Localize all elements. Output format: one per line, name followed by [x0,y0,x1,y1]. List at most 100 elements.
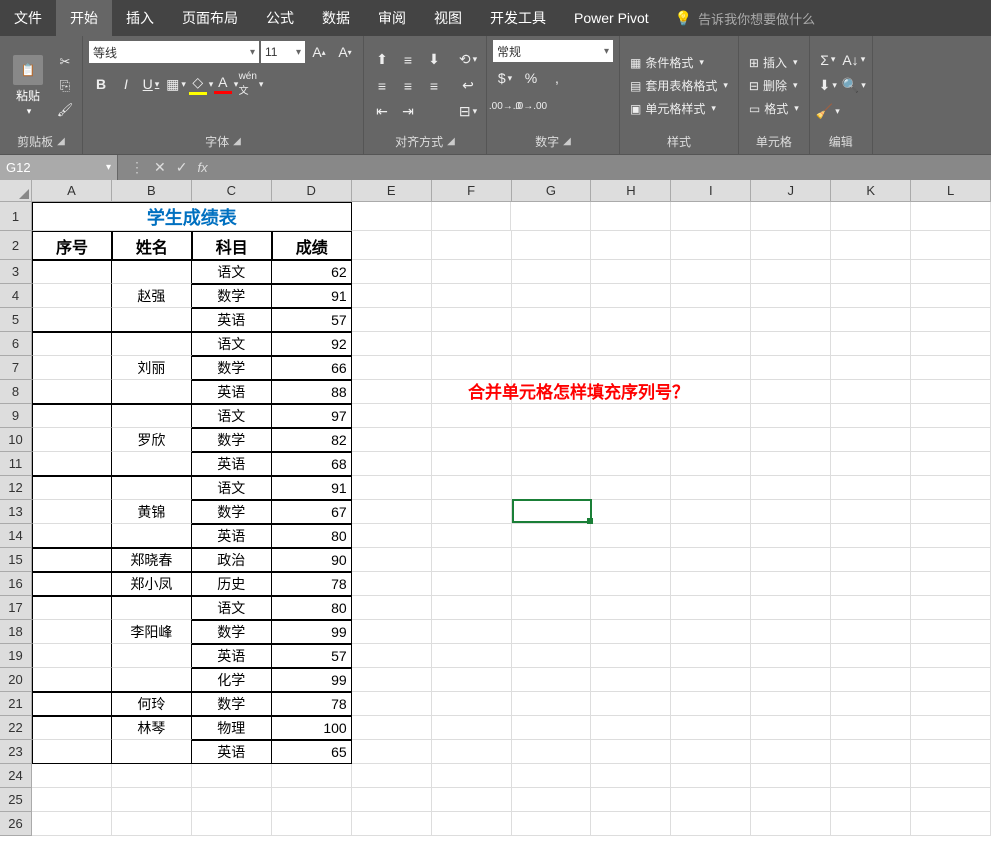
decrease-font-button[interactable]: A▾ [333,40,357,64]
row-header-6[interactable]: 6 [0,332,32,356]
cell[interactable] [352,308,432,332]
cell[interactable] [671,740,751,764]
cell[interactable] [751,404,831,428]
comma-button[interactable]: , [545,66,569,90]
cell[interactable] [512,231,592,260]
tab-8[interactable]: 开发工具 [476,0,560,36]
align-top-button[interactable]: ⬆ [370,48,394,72]
align-center-button[interactable]: ≡ [396,74,420,98]
conditional-format-button[interactable]: ▦条件格式▾ [626,52,732,73]
cell[interactable] [751,644,831,668]
cell[interactable]: 物理 [192,716,272,740]
cell[interactable] [831,788,911,812]
cell[interactable] [911,284,991,308]
cell[interactable] [591,812,671,836]
cell[interactable]: 78 [272,692,352,716]
cell[interactable] [32,692,112,716]
cell[interactable] [911,452,991,476]
cell[interactable] [671,428,751,452]
cell[interactable]: 英语 [192,740,272,764]
cell[interactable] [432,404,512,428]
cell[interactable] [432,620,512,644]
cell[interactable]: 57 [272,308,352,332]
cell[interactable] [671,812,751,836]
cell[interactable]: 100 [272,716,352,740]
cell[interactable] [751,308,831,332]
cell[interactable]: 91 [272,284,352,308]
row-header-1[interactable]: 1 [0,202,32,231]
cell[interactable] [512,356,592,380]
cell[interactable] [751,548,831,572]
row-header-11[interactable]: 11 [0,452,32,476]
cell[interactable] [352,668,432,692]
cell[interactable] [911,692,991,716]
cell[interactable]: 80 [272,524,352,548]
cell[interactable] [751,500,831,524]
cell[interactable] [32,812,112,836]
cell[interactable] [751,524,831,548]
tab-7[interactable]: 视图 [420,0,476,36]
cell[interactable]: 82 [272,428,352,452]
cell[interactable] [112,812,192,836]
cell[interactable] [272,812,352,836]
dialog-launcher-icon[interactable]: ◢ [57,136,65,147]
cell[interactable] [831,500,911,524]
cell[interactable] [112,332,192,356]
cell[interactable] [751,812,831,836]
cell[interactable] [911,572,991,596]
cell[interactable] [671,620,751,644]
cell[interactable] [911,308,991,332]
cell[interactable] [432,668,512,692]
cell[interactable]: 数学 [192,428,272,452]
cell[interactable] [671,332,751,356]
cell[interactable] [512,596,592,620]
cell[interactable]: 数学 [192,356,272,380]
cell[interactable] [512,284,592,308]
cell[interactable]: 政治 [192,548,272,572]
cell[interactable]: 数学 [192,692,272,716]
underline-button[interactable]: U▾ [139,72,163,96]
cell[interactable] [32,740,112,764]
select-all-corner[interactable] [0,180,32,202]
cell[interactable] [112,740,192,764]
cell[interactable] [911,812,991,836]
cell[interactable] [911,356,991,380]
cell[interactable] [32,548,112,572]
cell[interactable] [671,231,751,260]
col-header-D[interactable]: D [272,180,352,202]
cell[interactable] [432,596,512,620]
bold-button[interactable]: B [89,72,113,96]
cell[interactable] [112,788,192,812]
cell[interactable] [512,812,592,836]
cell[interactable] [911,524,991,548]
tab-2[interactable]: 插入 [112,0,168,36]
dialog-launcher-icon[interactable]: ◢ [447,136,455,147]
cell[interactable] [512,308,592,332]
cell[interactable] [591,668,671,692]
cell[interactable] [512,260,592,284]
row-header-3[interactable]: 3 [0,260,32,284]
cell[interactable]: 序号 [32,231,112,260]
cell[interactable] [751,202,831,231]
cell[interactable] [751,332,831,356]
cell[interactable] [751,668,831,692]
fill-color-button[interactable]: ◇▾ [189,72,213,96]
align-middle-button[interactable]: ≡ [396,48,420,72]
font-name-combo[interactable]: 等线▾ [89,41,259,63]
row-header-9[interactable]: 9 [0,404,32,428]
cell[interactable] [112,668,192,692]
sort-filter-button[interactable]: A↓▾ [842,48,866,72]
delete-cells-button[interactable]: ⊟删除▾ [745,75,803,96]
cell[interactable] [352,524,432,548]
cell[interactable] [192,764,272,788]
col-header-H[interactable]: H [591,180,671,202]
currency-button[interactable]: $▾ [493,66,517,90]
cell[interactable] [32,380,112,404]
cell[interactable] [671,596,751,620]
cell[interactable] [671,260,751,284]
format-painter-button[interactable]: 🖌 [54,99,76,121]
row-header-23[interactable]: 23 [0,740,32,764]
cell[interactable] [751,572,831,596]
tab-6[interactable]: 审阅 [364,0,420,36]
increase-indent-button[interactable]: ⇥ [396,100,420,124]
